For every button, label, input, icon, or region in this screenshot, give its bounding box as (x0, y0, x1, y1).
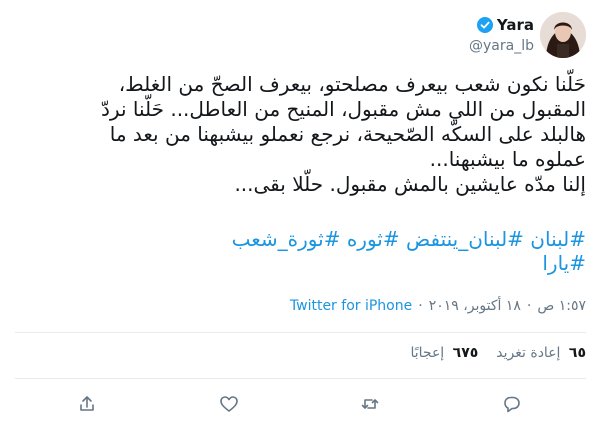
hashtags: #لبنان #لبنان_ينتفض #ثوره #ثورة_شعب #يار… (16, 227, 586, 275)
tweet-line: إلنا مدّه عايشين بالمش مقبول. حلّلا بقى.… (234, 172, 586, 196)
display-name[interactable]: Yara (497, 16, 534, 34)
like-icon[interactable] (219, 394, 241, 416)
tweet-card: Yara @yara_lb حَلّنا نكون شعب بيعرف مصلح… (0, 0, 601, 429)
meta-separator: · (526, 298, 532, 314)
tweet-meta: ١:٥٧ ص · ١٨ أكتوبر، ٢٠١٩ · Twitter for i… (290, 298, 586, 314)
retweets-count: ٦٥ (568, 345, 586, 361)
name-row[interactable]: Yara (476, 16, 534, 34)
tweet-time[interactable]: ١:٥٧ ص (537, 298, 586, 314)
hashtag-row: #يارا (16, 251, 586, 275)
tweet-line: المقبول من اللي مش مقبول، المنيح من العا… (101, 97, 586, 121)
tweet-line: عملوه ما بيشبهنا... (429, 147, 586, 171)
likes-label: إعجابًا (410, 345, 445, 361)
divider (15, 332, 586, 333)
user-handle[interactable]: @yara_lb (469, 38, 534, 54)
hashtag-row: #لبنان #لبنان_ينتفض #ثوره #ثورة_شعب (16, 227, 586, 251)
reply-icon[interactable] (502, 394, 524, 416)
hashtag-link[interactable]: #ثوره (347, 227, 400, 251)
likes-stat[interactable]: ٦٧٥ إعجابًا (410, 345, 478, 361)
tweet-source[interactable]: Twitter for iPhone (290, 298, 412, 314)
retweets-label: إعادة تغريد (496, 345, 561, 361)
tweet-line: هالبلد على السكّه الصّحيحة، نرجع نعملو ب… (109, 122, 586, 146)
hashtag-link[interactable]: #يارا (542, 251, 586, 275)
tweet-line: حَلّنا نكون شعب بيعرف مصلحتو، بيعرف الصح… (118, 72, 586, 96)
tweet-stats: ٦٥ إعادة تغريد ٦٧٥ إعجابًا (410, 345, 586, 361)
meta-separator: · (418, 298, 423, 314)
hashtag-link[interactable]: #لبنان_ينتفض (406, 227, 524, 251)
verified-badge-icon (476, 17, 493, 33)
divider (15, 378, 586, 379)
likes-count: ٦٧٥ (452, 345, 479, 361)
avatar[interactable] (540, 12, 586, 58)
action-bar (0, 394, 601, 418)
hashtag-link[interactable]: #لبنان (530, 227, 586, 251)
tweet-text: حَلّنا نكون شعب بيعرف مصلحتو، بيعرف الصح… (16, 72, 586, 197)
retweets-stat[interactable]: ٦٥ إعادة تغريد (496, 345, 586, 361)
share-icon[interactable] (77, 394, 99, 416)
tweet-date[interactable]: ١٨ أكتوبر، ٢٠١٩ (429, 298, 521, 314)
retweet-icon[interactable] (360, 394, 382, 416)
hashtag-link[interactable]: #ثورة_شعب (232, 227, 341, 251)
